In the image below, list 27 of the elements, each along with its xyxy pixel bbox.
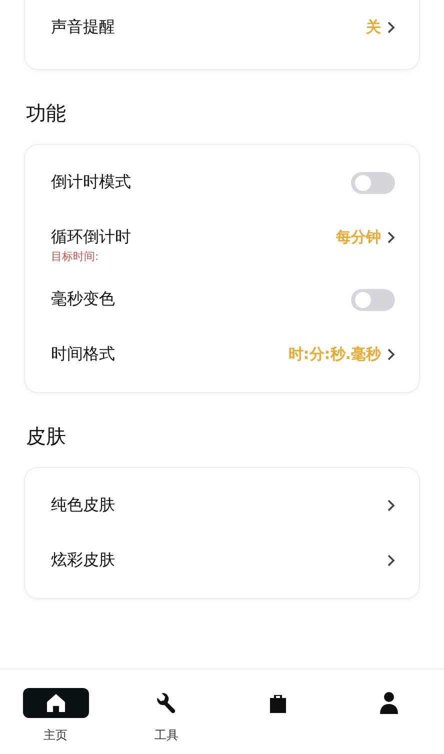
row-label: 纯色皮肤 <box>51 495 116 516</box>
bag-icon <box>268 692 288 714</box>
home-icon <box>46 693 66 713</box>
nav-label[interactable]: 主页 <box>44 727 68 742</box>
chevron-icon <box>387 21 395 34</box>
row-label: 时间格式 <box>51 344 116 365</box>
row-label: 声音提醒 <box>51 17 116 38</box>
note-text: 目标时间: <box>51 249 100 264</box>
chevron-icon <box>387 499 395 512</box>
row-label: 倒计时模式 <box>51 172 132 193</box>
toggle-switch[interactable] <box>351 288 395 310</box>
section-title: 功能 <box>26 100 67 126</box>
row-label: 炫彩皮肤 <box>51 550 116 571</box>
row-label: 循环倒计时 <box>51 227 132 248</box>
row-label: 毫秒变色 <box>51 289 116 310</box>
person-icon <box>378 692 398 714</box>
nav-label[interactable]: 工具 <box>154 727 178 742</box>
toggle-switch[interactable] <box>351 172 395 194</box>
section-title: 皮肤 <box>26 423 67 449</box>
chevron-icon <box>387 348 395 361</box>
row-value: 关 <box>366 18 381 37</box>
wrench-icon <box>156 692 178 714</box>
row-value: 每分钟 <box>336 228 381 247</box>
row-value: 时:分:秒.毫秒 <box>288 345 381 364</box>
chevron-icon <box>387 554 395 567</box>
nav-tab[interactable] <box>22 688 88 718</box>
chevron-icon <box>387 231 395 244</box>
